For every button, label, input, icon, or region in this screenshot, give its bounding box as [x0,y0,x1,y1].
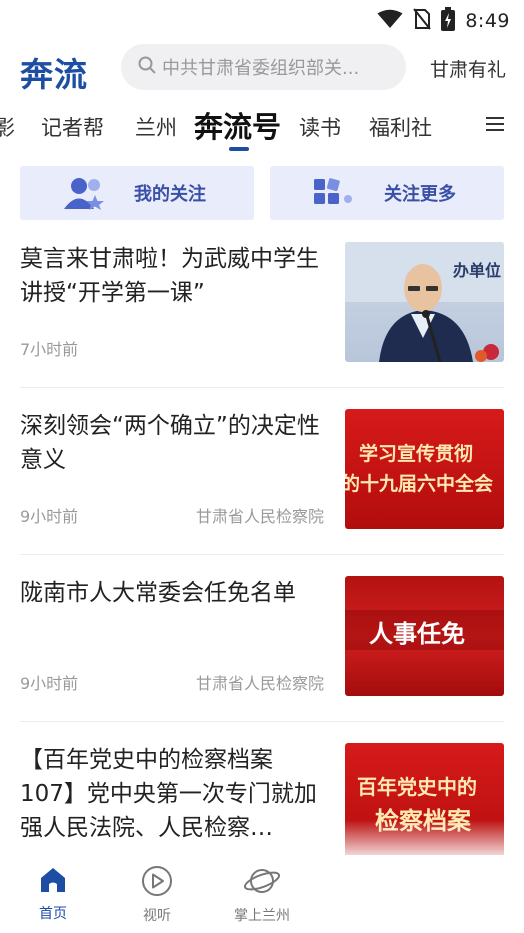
search-input[interactable]: 中共甘肃省委组织部关... [121,44,406,90]
play-circle-icon [141,866,173,901]
app-header: 奔流 中共甘肃省委组织部关... 甘肃有礼 [0,40,524,96]
news-title: 深刻领会“两个确立”的决定性意义 [20,413,320,473]
thumb-text-line1: 学习宣传贯彻 [359,443,474,465]
news-title: 【百年党史中的检察档案107】党中央第一次专门就加强人民法院、人民检察… [20,747,317,841]
divider [20,554,504,555]
thumb-banner-text: 办单位 [453,261,501,280]
nav-home-label: 首页 [39,906,67,922]
my-follow-button[interactable]: 我的关注 [20,166,254,220]
nav-video-label: 视听 [143,908,171,924]
tab-ying[interactable]: 影 [0,112,15,142]
divider [20,387,504,388]
follow-more-label: 关注更多 [384,184,456,205]
thumb-text: 人事任免 [369,620,465,648]
nav-lanzhou[interactable]: 掌上兰州 [222,865,302,925]
thumb-text-line2: 的十九届六中全会 [345,473,494,495]
tab-benliu-hao[interactable]: 奔流号 [194,104,281,146]
news-thumbnail: 办单位 [345,242,504,362]
news-meta: 9小时前 甘肃省人民检察院 [20,670,324,694]
divider [20,721,504,722]
status-time: 8:49 [465,10,510,32]
news-thumbnail: 人事任免 [345,576,504,696]
follow-more-button[interactable]: 关注更多 [270,166,504,220]
news-time: 9小时前 [20,507,79,526]
follow-people-icon [60,176,110,214]
news-source: 甘肃省人民检察院 [195,507,324,526]
grid-apps-icon [312,177,356,213]
wifi-icon [377,9,403,33]
search-placeholder: 中共甘肃省委组织部关... [162,58,360,79]
nav-home[interactable]: 首页 [13,865,93,923]
news-time: 9小时前 [20,674,79,693]
home-icon [38,868,68,899]
news-title: 陇南市人大常委会任免名单 [20,580,296,606]
my-follow-label: 我的关注 [134,184,206,205]
news-time: 7小时前 [20,340,79,359]
news-item[interactable]: 莫言来甘肃啦！为武威中学生讲授“开学第一课” 7小时前 办单位 [20,226,504,392]
news-item[interactable]: 深刻领会“两个确立”的决定性意义 9小时前 甘肃省人民检察院 学习宣传贯彻 的十… [20,393,504,559]
channel-bar: 影 记者帮 兰州 奔流号 读书 福利社 [0,100,524,156]
news-thumbnail: 学习宣传贯彻 的十九届六中全会 [345,409,504,529]
news-source: 甘肃省人民检察院 [195,674,324,693]
no-sim-icon [413,8,432,34]
tab-reporter-help[interactable]: 记者帮 [41,112,104,142]
tab-lanzhou[interactable]: 兰州 [135,112,177,142]
nav-video[interactable]: 视听 [117,865,197,925]
news-meta: 9小时前 甘肃省人民检察院 [20,503,324,527]
status-bar: 8:49 [0,0,524,36]
battery-charging-icon [441,7,456,35]
search-icon [138,56,156,78]
tab-reading[interactable]: 读书 [299,112,341,142]
news-item[interactable]: 陇南市人大常委会任免名单 9小时前 甘肃省人民检察院 人事任免 [20,560,504,726]
bottom-nav: 首页 视听 掌上兰州 [0,855,524,933]
gansu-gift-link[interactable]: 甘肃有礼 [430,55,506,82]
thumb-text-line1: 百年党史中的 [357,775,477,799]
app-logo[interactable]: 奔流 [20,48,88,96]
news-meta: 7小时前 [20,336,324,360]
active-tab-indicator [229,147,249,151]
nav-lanzhou-label: 掌上兰州 [234,908,290,924]
menu-icon[interactable] [486,116,504,136]
tab-welfare[interactable]: 福利社 [369,112,432,142]
planet-icon [243,869,281,901]
news-title: 莫言来甘肃啦！为武威中学生讲授“开学第一课” [20,246,319,306]
